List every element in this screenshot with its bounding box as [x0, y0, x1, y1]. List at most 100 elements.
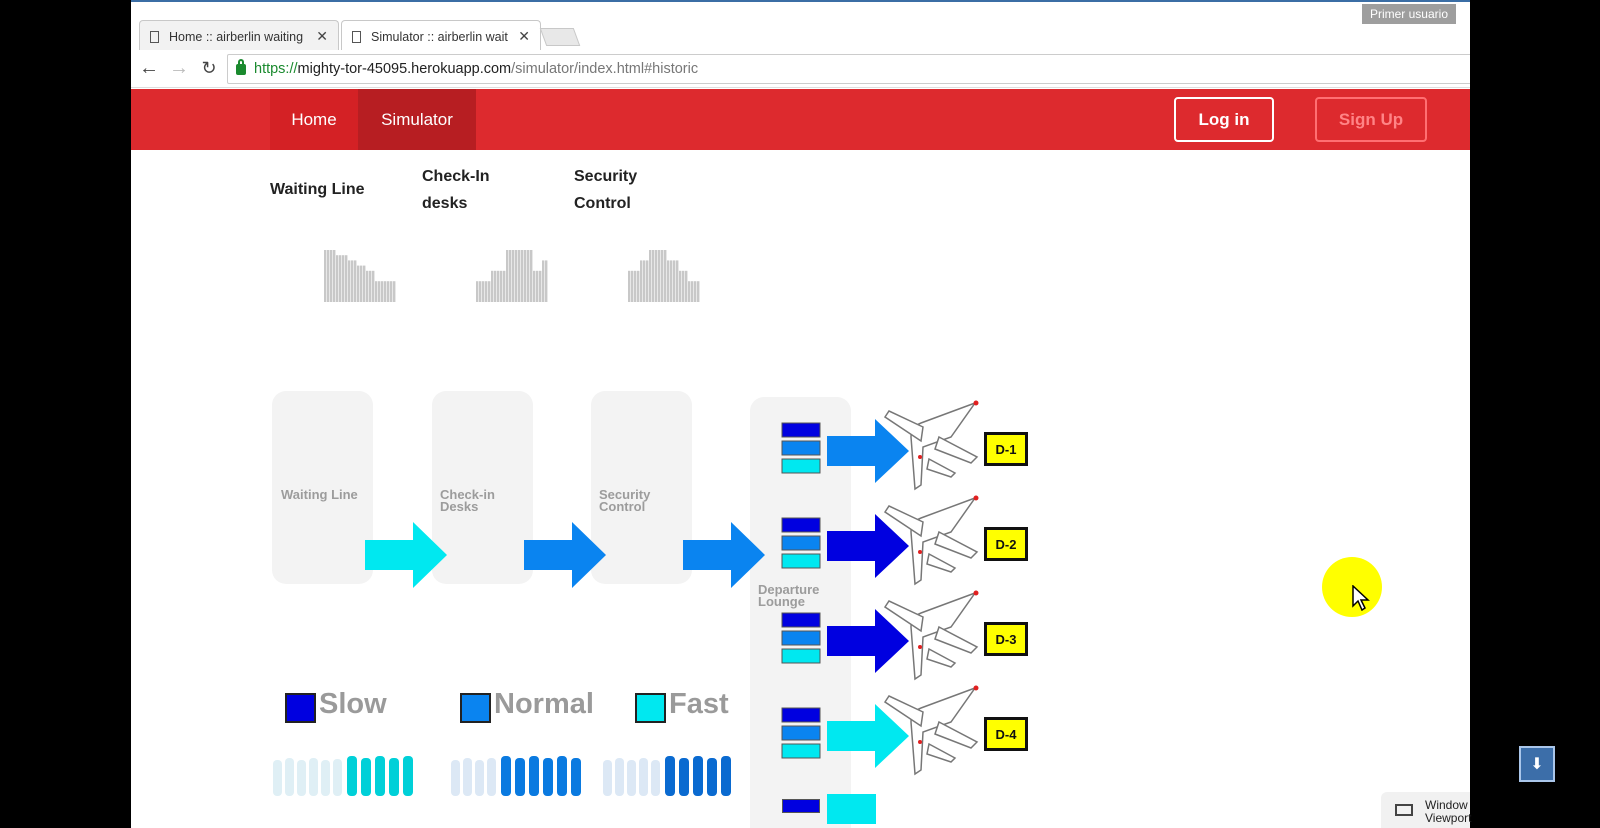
histogram-bar	[363, 265, 366, 302]
histogram-bar	[676, 260, 679, 302]
histogram-bar	[387, 281, 390, 302]
legend-fast-label: Fast	[669, 688, 729, 720]
crowd-waiting-line	[273, 756, 413, 796]
stage-label-waiting-line: Waiting Line	[281, 487, 358, 502]
histogram-bar	[494, 270, 497, 302]
tab-title: Simulator :: airberlin wait	[371, 29, 508, 44]
tab-simulator[interactable]: Simulator :: airberlin wait ✕	[341, 20, 541, 52]
histogram-bar	[333, 250, 336, 302]
stage-label-security: Security Control	[599, 487, 651, 514]
tab-strip: Home :: airberlin waiting ✕ Simulator ::…	[131, 0, 1470, 52]
histogram-bar	[536, 270, 539, 302]
crowd-checkin	[451, 756, 581, 796]
histogram-bar	[330, 250, 333, 302]
gate-label: D-4	[984, 717, 1028, 751]
histogram-bar	[384, 281, 387, 302]
histogram-bar	[342, 255, 345, 302]
histogram-bar	[518, 250, 521, 302]
back-arrow-icon: ←	[139, 57, 159, 79]
histogram-bar	[393, 281, 396, 302]
url-host: mighty-tor-45095.herokuapp.com	[297, 61, 512, 77]
histogram-bar	[682, 270, 685, 302]
queue-bar-normal	[781, 725, 821, 741]
legend-slow-label: Slow	[319, 688, 387, 720]
airplane-icon	[883, 495, 979, 586]
queue-bar-fast	[781, 648, 821, 664]
histogram-bar	[667, 260, 670, 302]
gate-label: D-1	[984, 432, 1028, 466]
lock-icon	[236, 58, 246, 75]
login-button[interactable]: Log in	[1174, 97, 1274, 142]
histogram-bar	[479, 281, 482, 302]
url-path: /simulator/index.html#historic	[511, 61, 699, 77]
histogram-bar	[369, 270, 372, 302]
legend-normal-swatch	[460, 693, 491, 723]
new-tab-button[interactable]	[539, 28, 581, 46]
reload-button[interactable]: ↻	[195, 55, 223, 83]
histogram-bar	[339, 255, 342, 302]
signup-button[interactable]: Sign Up	[1315, 97, 1427, 142]
histogram-bar	[694, 281, 697, 302]
browser-toolbar: ← → ↻ https:// mighty-tor-45095.herokuap…	[131, 50, 1470, 88]
profile-button[interactable]: Primer usuario	[1361, 4, 1456, 24]
histogram-bar	[336, 255, 339, 302]
histogram-bar	[643, 260, 646, 302]
site-navbar: Home Simulator Log in Sign Up	[131, 89, 1470, 150]
simulator-content: Waiting Line Check-In desks Security Con…	[131, 150, 1470, 828]
histogram-bar	[649, 250, 652, 302]
airplane-icon	[883, 685, 979, 776]
histogram-bar	[628, 270, 631, 302]
histogram-bar	[485, 281, 488, 302]
close-icon[interactable]: ✕	[316, 28, 328, 45]
histogram-bar	[670, 260, 673, 302]
queue-bar-slow	[781, 612, 821, 628]
histogram-bar	[530, 250, 533, 302]
histogram-bar	[631, 270, 634, 302]
histogram-bar	[366, 270, 369, 302]
histogram-bar	[482, 281, 485, 302]
histogram-waiting-line	[324, 250, 396, 302]
histogram-bar	[685, 270, 688, 302]
address-bar[interactable]: https:// mighty-tor-45095.herokuapp.com …	[227, 54, 1470, 84]
histogram-bar	[637, 270, 640, 302]
histogram-bar	[476, 281, 479, 302]
queue-bar-fast	[781, 743, 821, 759]
forward-button[interactable]: →	[165, 55, 193, 83]
browser-window: Home :: airberlin waiting ✕ Simulator ::…	[131, 0, 1470, 828]
flow-arrow-2	[524, 522, 606, 588]
reload-icon: ↻	[201, 58, 217, 78]
histogram-bar	[521, 250, 524, 302]
histogram-bar	[375, 281, 378, 302]
histogram-bar	[533, 270, 536, 302]
histogram-bar	[488, 281, 491, 302]
histogram-bar	[679, 270, 682, 302]
close-icon[interactable]: ✕	[518, 28, 530, 45]
legend-slow-swatch	[285, 693, 316, 723]
nav-home[interactable]: Home	[270, 89, 358, 150]
nav-simulator[interactable]: Simulator	[358, 89, 476, 150]
histogram-bar	[509, 250, 512, 302]
histogram-bar	[527, 250, 530, 302]
document-icon	[150, 30, 159, 43]
histogram-bar	[491, 270, 494, 302]
histogram-bar	[640, 260, 643, 302]
histogram-bar	[658, 250, 661, 302]
header-security: Security Control	[574, 168, 638, 212]
histogram-bar	[327, 250, 330, 302]
window-viewport-badge: Window Viewport	[1381, 792, 1471, 828]
tab-home[interactable]: Home :: airberlin waiting ✕	[139, 20, 339, 52]
queue-bar-slow	[782, 799, 820, 813]
gate-queue-indicator	[781, 612, 821, 664]
histogram-bar	[351, 260, 354, 302]
histogram-bar	[324, 250, 327, 302]
histogram-security	[628, 250, 700, 302]
histogram-bar	[348, 260, 351, 302]
histogram-bar	[515, 250, 518, 302]
histogram-bar	[664, 250, 667, 302]
back-button[interactable]: ←	[135, 55, 163, 83]
histogram-bar	[360, 265, 363, 302]
queue-bar-slow	[781, 707, 821, 723]
header-checkin: Check-In desks	[422, 168, 490, 212]
histogram-bar	[673, 260, 676, 302]
download-icon[interactable]: ⬇	[1519, 746, 1555, 782]
